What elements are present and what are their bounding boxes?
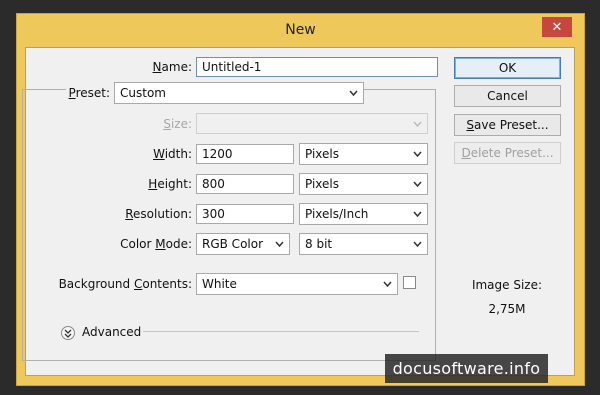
chevron-down-icon [275,241,284,248]
ok-button[interactable]: OK [454,57,561,79]
watermark: docusoftware.info [385,354,548,383]
background-contents-label: Background Contents: [58,277,192,291]
height-unit-select[interactable]: Pixels [299,173,428,195]
background-contents-value: White [202,277,237,291]
dialog-title: New [285,22,316,38]
double-chevron-down-icon [64,329,72,338]
color-mode-value: RGB Color [202,237,264,251]
cancel-button[interactable]: Cancel [454,85,561,107]
size-select[interactable] [196,113,428,134]
image-size-label: Image Size: [471,278,543,292]
color-mode-label: Color Mode: [120,237,192,251]
color-mode-select[interactable]: RGB Color [196,233,290,255]
height-unit-value: Pixels [305,177,340,191]
height-input[interactable]: 800 [196,174,294,194]
width-unit-select[interactable]: Pixels [299,143,428,165]
preset-value: Custom [120,86,166,100]
advanced-divider [143,331,419,332]
close-button[interactable]: ✕ [542,17,572,37]
name-label: Name: [152,60,192,74]
delete-preset-button[interactable]: Delete Preset... [454,142,561,164]
width-label: Width: [153,147,192,161]
preset-label: Preset: [68,86,110,100]
image-size-value: 2,75M [488,302,526,316]
save-preset-button[interactable]: Save Preset... [454,114,561,136]
chevron-down-icon [349,90,358,97]
resolution-unit-select[interactable]: Pixels/Inch [299,203,428,225]
chevron-down-icon [413,211,422,218]
chevron-down-icon [383,281,392,288]
chevron-down-icon [413,241,422,248]
title-bar[interactable]: New ✕ [17,14,584,48]
height-label: Height: [148,177,192,191]
chevron-down-icon [413,151,422,158]
resolution-label: Resolution: [125,207,192,221]
size-label: Size: [163,117,192,131]
width-unit-value: Pixels [305,147,340,161]
bit-depth-value: 8 bit [305,237,333,251]
advanced-toggle[interactable] [61,326,75,340]
width-input[interactable]: 1200 [196,144,294,164]
chevron-down-icon [413,181,422,188]
background-contents-select[interactable]: White [196,273,398,295]
background-color-swatch[interactable] [403,276,416,289]
chevron-down-icon [413,121,422,128]
name-input[interactable]: Untitled-1 [196,57,438,77]
bit-depth-select[interactable]: 8 bit [299,233,428,255]
resolution-input[interactable]: 300 [196,204,294,224]
close-icon: ✕ [551,19,563,35]
advanced-label: Advanced [82,325,142,339]
resolution-unit-value: Pixels/Inch [305,207,369,221]
preset-select[interactable]: Custom [114,82,364,104]
